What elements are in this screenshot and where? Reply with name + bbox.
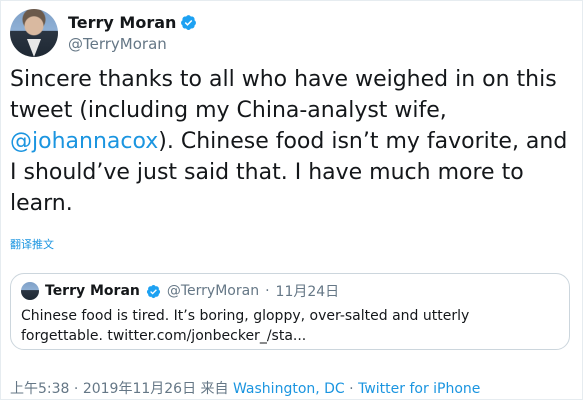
- from-label: 来自: [200, 381, 229, 397]
- tweet-text-part1: Sincere thanks to all who have weighed i…: [10, 67, 557, 123]
- tweet-date[interactable]: 2019年11月26日: [83, 381, 196, 397]
- quoted-author-avatar: [21, 282, 39, 300]
- quoted-tweet-header: Terry Moran @TerryMoran · 11月24日: [21, 281, 559, 301]
- quoted-meta-separator: ·: [265, 283, 270, 299]
- tweet-footer: 上午5:38 · 2019年11月26日 来自 Washington, DC ·…: [10, 378, 480, 398]
- translate-tweet-link[interactable]: 翻译推文: [10, 236, 54, 252]
- author-name-row: Terry Moran: [68, 13, 197, 32]
- location-link[interactable]: Washington, DC: [233, 381, 345, 397]
- quoted-tweet-date: 11月24日: [275, 284, 340, 300]
- author-avatar[interactable]: [10, 9, 58, 57]
- footer-separator: ·: [73, 381, 79, 397]
- tweet-text: Sincere thanks to all who have weighed i…: [10, 64, 575, 219]
- quoted-tweet-text: Chinese food is tired. It’s boring, glop…: [21, 308, 470, 344]
- author-handle[interactable]: @TerryMoran: [68, 35, 197, 53]
- quoted-author-handle: @TerryMoran: [166, 283, 260, 299]
- tweet-time[interactable]: 上午5:38: [10, 381, 69, 397]
- verified-badge-icon: [146, 284, 160, 298]
- footer-separator: ·: [349, 381, 354, 397]
- tweet-header: Terry Moran @TerryMoran: [10, 8, 197, 58]
- quoted-author-display-name: Terry Moran: [45, 283, 140, 299]
- quoted-tweet[interactable]: Terry Moran @TerryMoran · 11月24日 Chinese…: [10, 273, 570, 350]
- verified-badge-icon: [181, 15, 197, 30]
- author-names: Terry Moran @TerryMoran: [68, 13, 197, 53]
- client-link[interactable]: Twitter for iPhone: [358, 381, 480, 397]
- author-display-name[interactable]: Terry Moran: [68, 13, 176, 32]
- mention-link[interactable]: @johannacox: [10, 129, 158, 154]
